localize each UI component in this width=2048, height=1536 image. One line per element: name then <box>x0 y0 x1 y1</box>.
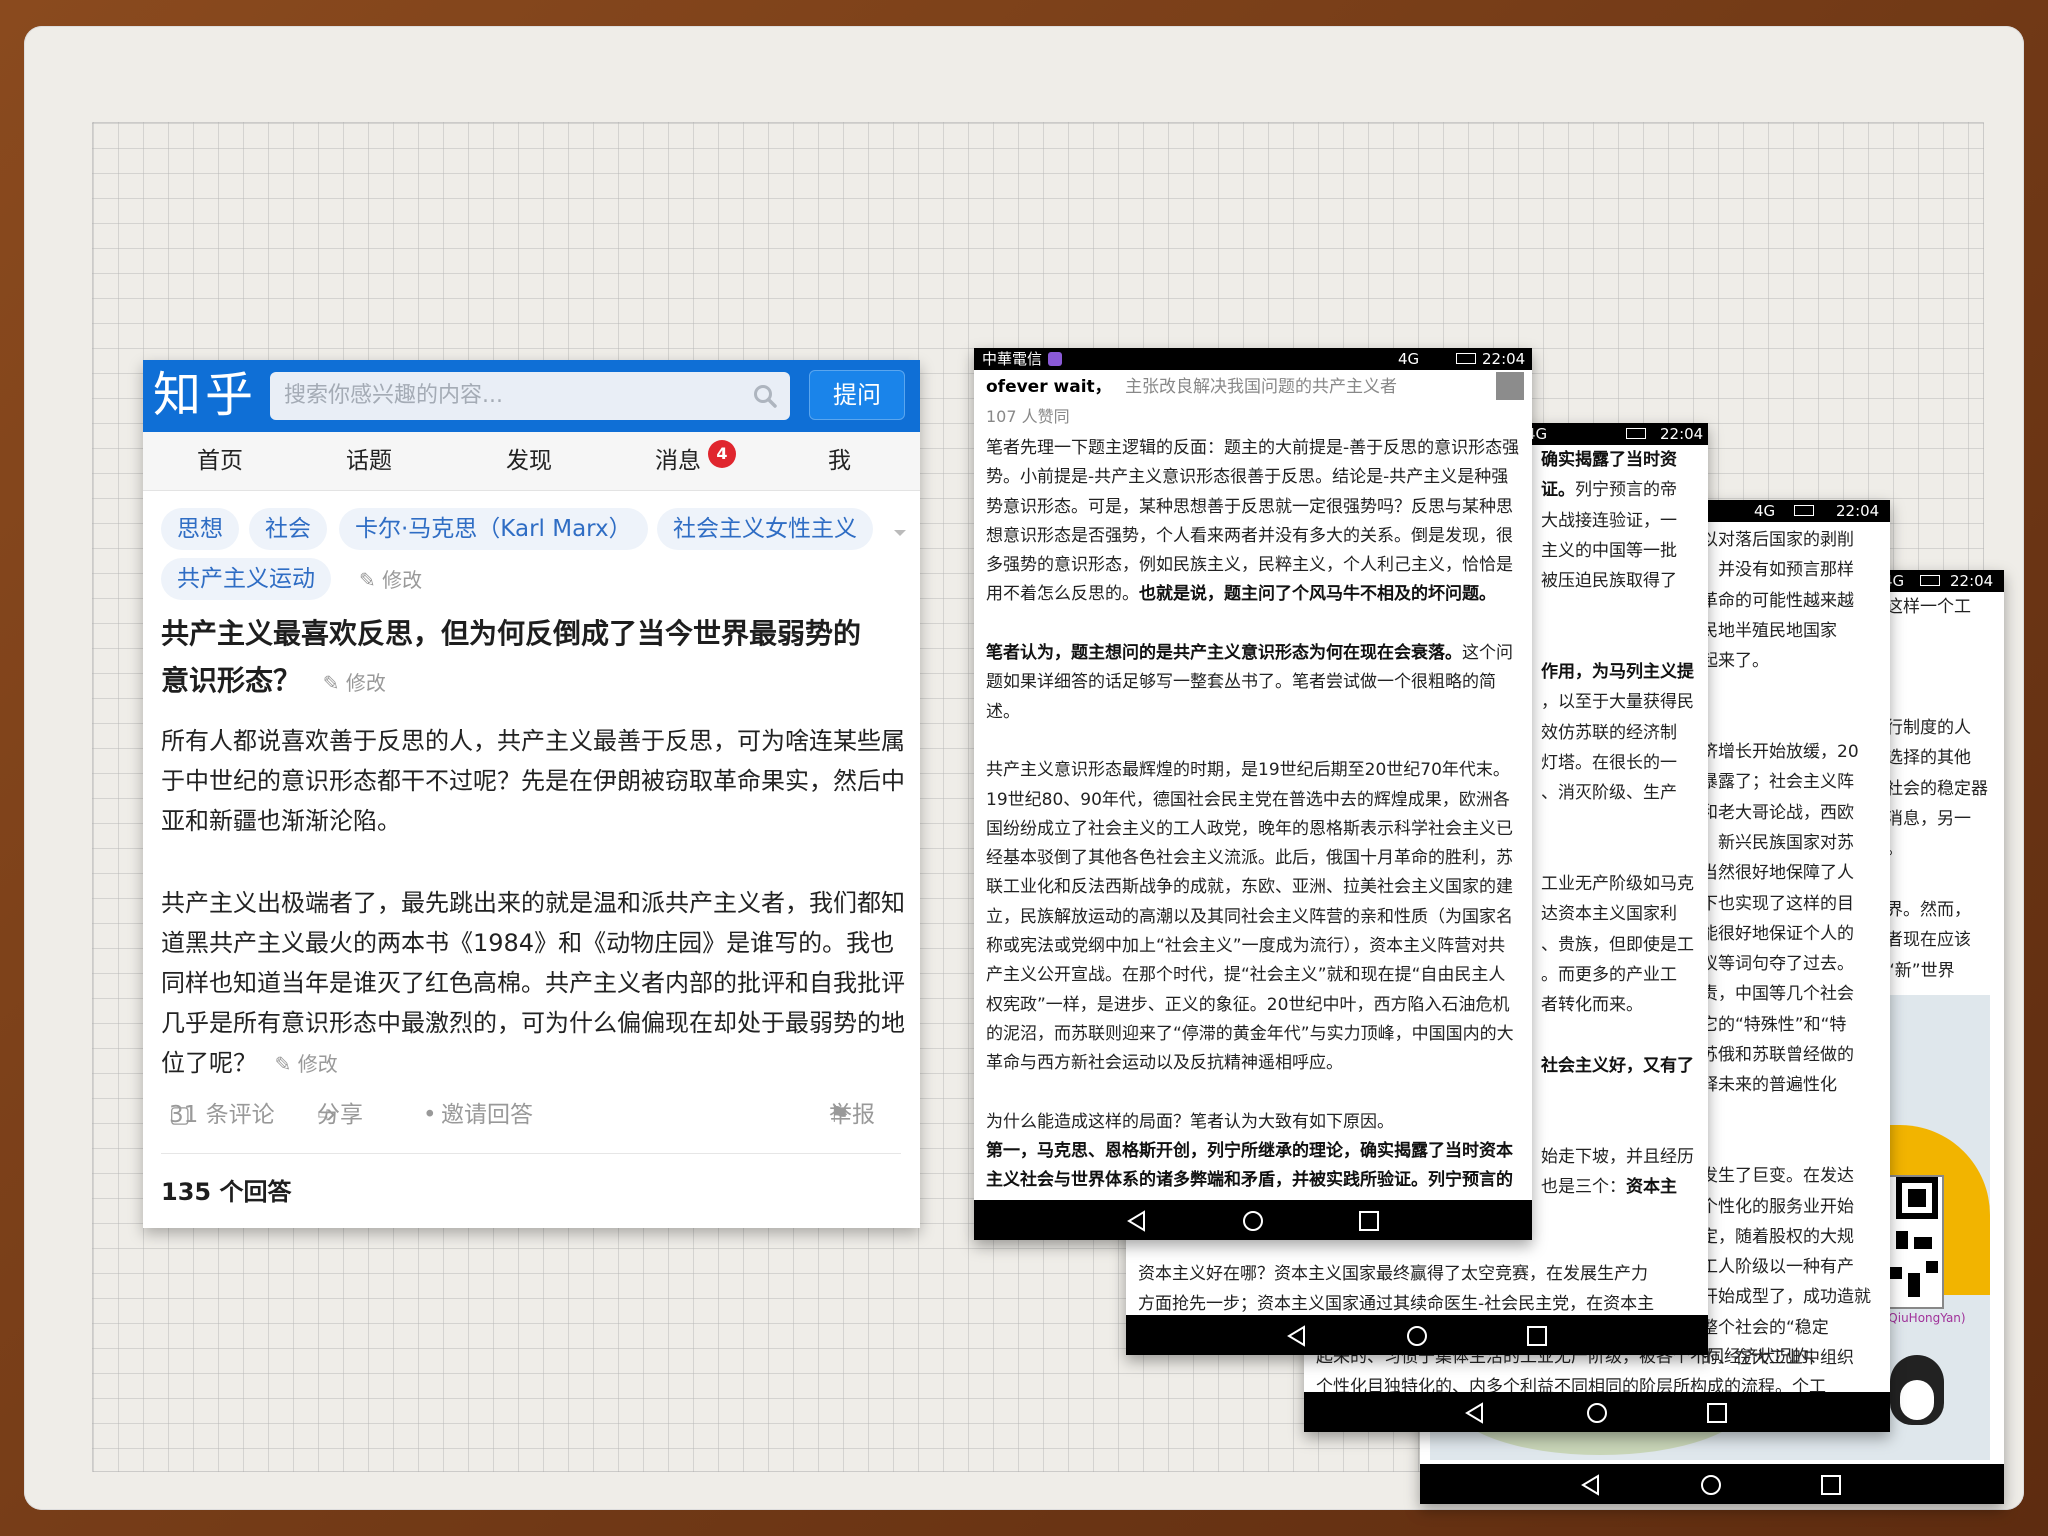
separator-dot: • <box>423 1102 437 1128</box>
question-actions: ▢ 31 条评论 ➩ 分享 • 邀请回答 ⚑ 举报 <box>161 1095 901 1135</box>
question-title: 共产主义最喜欢反思，但为何反倒成了当今世界最弱势的 意识形态？ ✎ 修改 <box>161 617 862 697</box>
nav-topics[interactable]: 话题 <box>346 432 392 490</box>
nav-home[interactable]: 首页 <box>197 432 243 490</box>
recent-apps-icon[interactable] <box>1820 1474 1842 1496</box>
topic-tag[interactable]: 思想 <box>161 508 239 550</box>
answer-author: ofever wait， 主张改良解决我国问题的共产主义者 <box>986 376 1397 398</box>
navigation-bar <box>1126 1315 1708 1355</box>
clock: 22:04 <box>1660 425 1704 443</box>
status-bar: 中華電信 4G 22:04 <box>974 348 1532 370</box>
search-placeholder: 搜索你感兴趣的内容... <box>284 383 503 408</box>
article-text: 这样一个工 行制度的人 选择的其他 社会的稳定器 消息，另一 。 界。然而， 者… <box>1886 597 1988 981</box>
app-notification-icon <box>1048 352 1062 366</box>
ask-question-button[interactable]: 提问 <box>809 370 905 420</box>
battery-icon <box>1456 353 1476 364</box>
navigation-bar <box>974 1200 1532 1240</box>
nav-me[interactable]: 我 <box>828 432 851 490</box>
battery-icon <box>1626 428 1646 439</box>
back-icon[interactable] <box>1286 1325 1308 1347</box>
pencil-icon: ✎ <box>322 671 340 695</box>
home-icon[interactable] <box>1586 1402 1608 1424</box>
author-bio: 主张改良解决我国问题的共产主义者 <box>1125 377 1398 397</box>
network-indicator: 4G <box>1754 502 1776 520</box>
edit-detail-link[interactable]: ✎ 修改 <box>275 1052 338 1076</box>
answer-body: 笔者先理一下题主逻辑的反面：题主的大前提是-善于反思的意识形态强势。小前提是-共… <box>986 438 1520 1220</box>
avatar[interactable] <box>1496 372 1524 400</box>
back-icon[interactable] <box>1580 1474 1602 1496</box>
chevron-down-icon[interactable] <box>894 530 906 536</box>
invite-answer-button[interactable]: 邀请回答 <box>441 1095 533 1135</box>
search-input[interactable]: 搜索你感兴趣的内容... <box>270 372 790 420</box>
zhihu-logo[interactable]: 知乎 <box>153 364 257 426</box>
recent-apps-icon[interactable] <box>1526 1325 1548 1347</box>
home-icon[interactable] <box>1242 1210 1264 1232</box>
article-text: 确实揭露了当时资 证。列宁预言的帝 大战接连验证，一 主义的中国等一批 被压迫民… <box>1541 450 1694 1198</box>
notification-badge: 4 <box>708 440 736 468</box>
back-icon[interactable] <box>1126 1210 1148 1232</box>
recent-apps-icon[interactable] <box>1706 1402 1728 1424</box>
question-detail-para-2: 共产主义出极端者了，最先跳出来的就是温和派共产主义者，我们都知道黑共产主义最火的… <box>161 889 905 1077</box>
penguin-belly <box>1900 1380 1934 1420</box>
author-name[interactable]: ofever wait， <box>986 377 1112 397</box>
zhihu-header-bar: 知乎 搜索你感兴趣的内容... 提问 <box>143 360 920 432</box>
battery-icon <box>1920 575 1940 586</box>
network-indicator: 4G <box>1398 350 1420 368</box>
clock: 22:04 <box>1950 572 1994 590</box>
carrier-name: 中華電信 <box>982 350 1043 368</box>
topic-tag[interactable]: 社会主义女性主义 <box>657 508 873 550</box>
article-text-bottom: 资本主义好在哪？资本主义国家最终赢得了太空竞赛，在发展生产力 方面抢先一步；资本… <box>1138 1264 1655 1315</box>
clock: 22:04 <box>1482 350 1526 368</box>
edit-topics-link[interactable]: ✎ 修改 <box>359 566 422 594</box>
topic-tag[interactable]: 共产主义运动 <box>161 558 331 600</box>
vote-count: 107 人赞同 <box>986 407 1070 426</box>
pencil-icon: ✎ <box>274 1052 292 1076</box>
main-nav: 首页 话题 发现 消息 我 <box>143 432 920 536</box>
nav-discover[interactable]: 发现 <box>506 432 552 490</box>
article-text: 以对落后国家的剥削 ，并没有如预言那样 革命的可能性越来越 民地半殖民地国家 起… <box>1701 530 1871 1369</box>
clock: 22:04 <box>1836 502 1880 520</box>
pencil-icon: ✎ <box>359 568 376 592</box>
answer-count: 135 个回答 <box>161 1178 292 1206</box>
nav-messages[interactable]: 消息 <box>655 432 701 490</box>
question-detail-para-1: 所有人都说喜欢善于反思的人，共产主义最善于反思，可为啥连某些属于中世纪的意识形态… <box>161 727 905 835</box>
home-icon[interactable] <box>1406 1325 1428 1347</box>
divider <box>161 1153 901 1154</box>
phone-screenshot-1: 中華電信 4G 22:04 ofever wait， 主张改良解决我国问题的共产… <box>974 348 1532 1240</box>
recent-apps-icon[interactable] <box>1358 1210 1380 1232</box>
battery-icon <box>1794 505 1814 516</box>
home-icon[interactable] <box>1700 1474 1722 1496</box>
zhihu-question-card: 知乎 搜索你感兴趣的内容... 提问 首页 话题 发现 消息 我 4 思想 社会… <box>143 360 920 1228</box>
edit-title-link[interactable]: ✎ 修改 <box>323 671 386 695</box>
search-icon[interactable] <box>752 383 778 409</box>
navigation-bar <box>1304 1392 1890 1432</box>
back-icon[interactable] <box>1464 1402 1486 1424</box>
topic-tag[interactable]: 卡尔·马克思（Karl Marx） <box>339 508 648 550</box>
topic-tag[interactable]: 社会 <box>249 508 327 550</box>
navigation-bar <box>1420 1464 2004 1504</box>
